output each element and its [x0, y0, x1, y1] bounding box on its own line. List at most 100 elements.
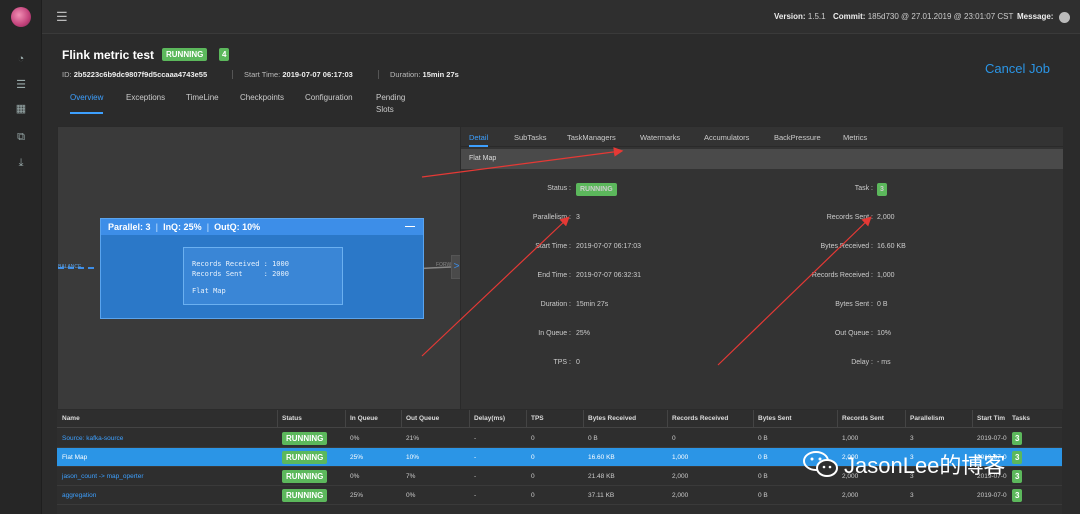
wechat-logo-icon [803, 451, 838, 477]
tab-overview[interactable]: Overview [70, 92, 104, 114]
row-tasks-badge: 3 [1012, 470, 1023, 483]
row-cell: 0 [531, 492, 535, 499]
detail-value: - ms [877, 359, 891, 366]
tab-metrics[interactable]: Metrics [843, 133, 867, 147]
col-header[interactable]: Records Sent [842, 415, 884, 422]
detail-label: In Queue : [538, 330, 571, 337]
row-cell: 0% [406, 492, 416, 499]
row-cell: 0 B [758, 473, 768, 480]
row-name[interactable]: Flat Map [62, 454, 87, 461]
tab-taskmanagers[interactable]: TaskManagers [567, 133, 616, 147]
left-nav: ◔ ☰ ▦ ⧉ ⤓ [0, 0, 42, 514]
detail-label: Bytes Sent : [835, 301, 873, 308]
row-cell: 37.11 KB [588, 492, 615, 499]
row-status-badge: RUNNING [282, 489, 328, 502]
table-row[interactable]: aggregation RUNNING 25% 0% - 0 37.11 KB … [57, 486, 1062, 505]
detail-label: Status : [547, 185, 571, 192]
flink-logo[interactable] [11, 7, 31, 27]
col-header[interactable]: TPS [531, 415, 544, 422]
tab-exceptions[interactable]: Exceptions [126, 92, 165, 114]
jobs-list-icon[interactable]: ☰ [13, 78, 29, 92]
tab-configuration[interactable]: Configuration [305, 92, 353, 114]
row-cell: - [474, 454, 477, 461]
row-status-badge: RUNNING [282, 470, 328, 483]
row-status-badge: RUNNING [282, 451, 328, 464]
upload-icon[interactable]: ⤓ [13, 156, 29, 170]
tab-detail[interactable]: Detail [469, 133, 489, 147]
flink-dashboard: ◔ ☰ ▦ ⧉ ⤓ ☰ Version: 1.5.1 Commit: 185d7… [0, 0, 1080, 514]
row-cell: 0 [672, 435, 676, 442]
detail-label: TPS : [553, 359, 571, 366]
detail-label: Records Sent : [826, 214, 873, 221]
row-cell: 21% [406, 435, 420, 442]
detail-value: 0 [576, 359, 580, 366]
dashboard-icon[interactable]: ◔ [13, 52, 29, 66]
col-header[interactable]: Status [282, 415, 302, 422]
row-cell: 7% [406, 473, 416, 480]
tab-accumulators[interactable]: Accumulators [704, 133, 749, 147]
col-header[interactable]: Records Received [672, 415, 728, 422]
col-header[interactable]: Bytes Received [588, 415, 636, 422]
tab-checkpoints[interactable]: Checkpoints [240, 92, 284, 114]
detail-value: 2,000 [877, 214, 895, 221]
job-graph[interactable]: BALANCE Parallel: 3 | InQ: 25% | OutQ: 10% —… [58, 127, 468, 409]
job-id: ID: 2b5223c6b9dc9807f9d5ccaaa4743e55 [62, 70, 208, 79]
job-title: Flink metric test [62, 48, 155, 62]
row-name[interactable]: aggregation [62, 492, 96, 499]
col-header[interactable]: Parallelism [910, 415, 944, 422]
detail-value: 0 B [877, 301, 888, 308]
job-tasks-badge: 4 [219, 48, 230, 61]
row-cell: 3 [910, 435, 914, 442]
detail-tabs: Detail SubTasks TaskManagers Watermarks … [461, 127, 1063, 147]
tab-watermarks[interactable]: Watermarks [640, 133, 680, 147]
task-managers-icon[interactable]: ⧉ [13, 130, 29, 144]
tab-subtasks[interactable]: SubTasks [514, 133, 547, 147]
job-main-panel: BALANCE Parallel: 3 | InQ: 25% | OutQ: 10% —… [57, 126, 1063, 409]
detail-status-badge: RUNNING [576, 183, 617, 196]
tab-pending-slots[interactable]: Pending Slots [376, 92, 405, 114]
divider [378, 70, 379, 79]
col-header[interactable]: In Queue [350, 415, 378, 422]
detail-value: 1,000 [877, 272, 895, 279]
edge-in-label: BALANCE [58, 264, 82, 270]
detail-value: 10% [877, 330, 892, 337]
edge-out-label: FORW [436, 262, 452, 268]
node-inq: InQ: 25% [163, 222, 202, 232]
row-name[interactable]: Source: kafka-source [62, 435, 123, 442]
detail-subtitle: Flat Map [461, 149, 1063, 169]
col-header[interactable]: Bytes Sent [758, 415, 792, 422]
node-records-received: Records Received : 1000 [192, 260, 289, 268]
detail-value: 25% [576, 330, 591, 337]
flat-map-node[interactable]: Parallel: 3 | InQ: 25% | OutQ: 10% — Records… [100, 218, 424, 319]
message-icon[interactable] [1059, 12, 1070, 23]
detail-label: End Time : [537, 272, 571, 279]
node-operator-name: Flat Map [192, 287, 226, 295]
tab-backpressure[interactable]: BackPressure [774, 133, 821, 147]
detail-label: Bytes Received : [820, 243, 873, 250]
menu-toggle-icon[interactable]: ☰ [56, 9, 68, 25]
row-cell: 0 [531, 473, 535, 480]
col-header[interactable]: Tasks [1012, 415, 1030, 422]
col-header[interactable]: Out Queue [406, 415, 439, 422]
row-tasks-badge: 3 [1012, 489, 1023, 502]
row-name[interactable]: jason_count -> map_operter [62, 473, 143, 480]
table-row[interactable]: Source: kafka-source RUNNING 0% 21% - 0 … [57, 429, 1062, 448]
col-header[interactable]: Start Tim [977, 415, 1005, 422]
calendar-icon[interactable]: ▦ [13, 102, 29, 116]
detail-label: Duration : [540, 301, 571, 308]
row-cell: 2,000 [672, 492, 689, 499]
collapse-icon[interactable]: — [405, 219, 415, 235]
cancel-job-button[interactable]: Cancel Job [985, 61, 1050, 76]
detail-label: Parallelism : [532, 214, 571, 221]
watermark-text: JasonLee的博客 [844, 453, 1006, 478]
detail-label: Delay : [851, 359, 873, 366]
row-cell: 1,000 [672, 454, 689, 461]
col-header[interactable]: Delay(ms) [474, 415, 505, 422]
detail-label: Start Time : [535, 243, 571, 250]
row-cell: 0% [350, 473, 360, 480]
row-cell: 0 [531, 454, 535, 461]
row-cell: 0 [531, 435, 535, 442]
job-status-badge: RUNNING [162, 48, 208, 61]
tab-timeline[interactable]: TimeLine [186, 92, 219, 114]
col-header[interactable]: Name [62, 415, 80, 422]
